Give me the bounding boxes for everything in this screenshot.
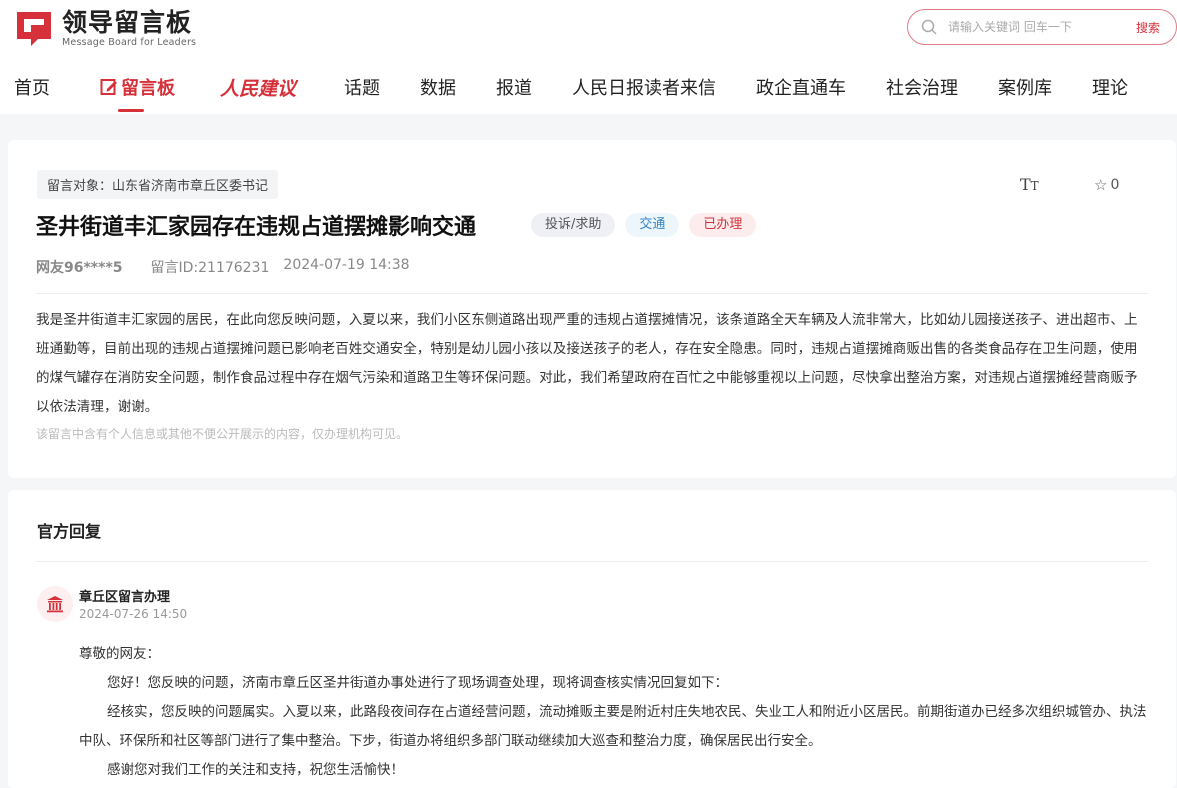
message-datetime: 2024-07-19 14:38 bbox=[283, 257, 410, 273]
nav-item-case-library[interactable]: 案例库 bbox=[998, 74, 1052, 100]
search-button[interactable]: 搜索 bbox=[1136, 19, 1160, 36]
nav-item-topics[interactable]: 话题 bbox=[344, 74, 380, 100]
reply-card: 官方回复 章丘区留言办理 2024-07-26 14:50 尊敬的网友： 您好！… bbox=[8, 490, 1176, 788]
nav-item-reader-letters[interactable]: 人民日报读者来信 bbox=[572, 74, 716, 100]
message-id: 留言ID:21176231 bbox=[150, 260, 270, 276]
nav-item-message-board-label: 留言板 bbox=[121, 78, 175, 99]
reply-paragraph: 经核实，您反映的问题属实。入夏以来，此路段夜间存在占道经营问题，流动摊贩主要是附… bbox=[79, 704, 1147, 749]
reply-department: 章丘区留言办理 bbox=[79, 590, 171, 605]
nav-item-theory[interactable]: 理论 bbox=[1092, 74, 1128, 100]
search-box: 搜索 bbox=[907, 9, 1177, 45]
message-target: 留言对象：山东省济南市章丘区委书记 bbox=[37, 170, 279, 199]
reply-body: 尊敬的网友： 您好！您反映的问题，济南市章丘区圣井街道办事处进行了现场调查处理，… bbox=[79, 640, 1149, 785]
nav-item-people-suggestions[interactable]: 人民建议 bbox=[220, 74, 296, 101]
divider bbox=[36, 293, 1148, 294]
search-input[interactable] bbox=[948, 20, 1118, 34]
category-badge[interactable]: 投诉/求助 bbox=[531, 213, 616, 237]
nav-item-social-governance[interactable]: 社会治理 bbox=[886, 74, 958, 100]
status-badge: 已办理 bbox=[689, 213, 757, 237]
reply-datetime: 2024-07-26 14:50 bbox=[79, 607, 188, 621]
site-logo[interactable]: 领导留言板 Message Board for Leaders bbox=[14, 8, 196, 50]
nav-item-enterprise-direct[interactable]: 政企直通车 bbox=[756, 74, 846, 100]
divider bbox=[36, 561, 1148, 562]
privacy-note: 该留言中含有个人信息或其他不便公开展示的内容，仅办理机构可见。 bbox=[36, 427, 409, 441]
reply-section-title: 官方回复 bbox=[37, 522, 102, 541]
logo-title: 领导留言板 bbox=[62, 8, 193, 37]
reply-paragraph: 感谢您对我们工作的关注和支持，祝您生活愉快！ bbox=[107, 762, 404, 778]
reply-greeting: 尊敬的网友： bbox=[79, 646, 160, 662]
nav-item-reports[interactable]: 报道 bbox=[496, 74, 532, 100]
favorite-button[interactable]: ☆ 0 bbox=[1094, 176, 1119, 194]
government-building-icon bbox=[37, 586, 73, 622]
favorite-count: 0 bbox=[1110, 177, 1120, 193]
font-size-icon[interactable]: TT bbox=[1020, 175, 1039, 194]
reply-paragraph: 您好！您反映的问题，济南市章丘区圣井街道办事处进行了现场调查处理，现将调查核实情… bbox=[107, 675, 728, 691]
message-board-icon bbox=[100, 79, 117, 95]
message-meta: 网友96****5 留言ID:21176231 2024-07-19 14:38 bbox=[36, 257, 410, 277]
message-badges: 投诉/求助 交通 已办理 bbox=[531, 213, 757, 237]
main-nav: 首页 留言板 人民建议 话题 数据 报道 人民日报读者来信 政企直通车 社会治理… bbox=[0, 62, 1177, 112]
message-author: 网友96****5 bbox=[36, 260, 123, 276]
message-title: 圣井街道丰汇家园存在违规占道摆摊影响交通 bbox=[36, 215, 477, 240]
search-icon bbox=[921, 19, 937, 35]
nav-item-message-board[interactable]: 留言板 bbox=[100, 74, 175, 100]
message-card: 留言对象：山东省济南市章丘区委书记 TT ☆ 0 圣井街道丰汇家园存在违规占道摆… bbox=[8, 140, 1176, 478]
message-content: 我是圣井街道丰汇家园的居民，在此向您反映问题，入夏以来，我们小区东侧道路出现严重… bbox=[36, 312, 1138, 415]
nav-active-indicator bbox=[118, 109, 144, 112]
logo-mark-icon bbox=[17, 12, 51, 46]
nav-item-data[interactable]: 数据 bbox=[420, 74, 456, 100]
nav-item-home[interactable]: 首页 bbox=[14, 74, 50, 100]
star-icon: ☆ bbox=[1094, 176, 1108, 194]
logo-subtitle: Message Board for Leaders bbox=[62, 37, 197, 48]
field-badge[interactable]: 交通 bbox=[625, 213, 680, 237]
site-header: 领导留言板 Message Board for Leaders 搜索 首页 留言… bbox=[0, 0, 1177, 114]
